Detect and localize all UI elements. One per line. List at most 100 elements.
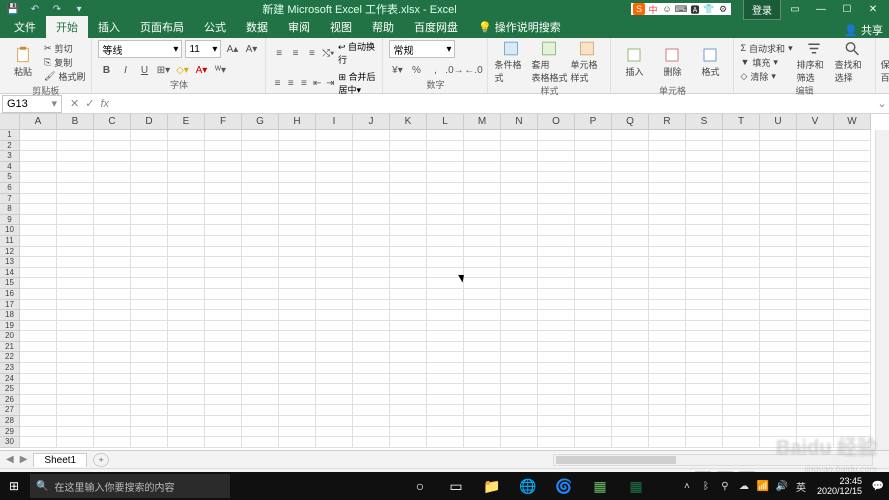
col-header-Q[interactable]: Q [612, 114, 649, 129]
cell[interactable] [390, 352, 427, 363]
cell[interactable] [279, 331, 316, 342]
cell[interactable] [57, 310, 94, 321]
cell[interactable] [353, 310, 390, 321]
cell[interactable] [316, 151, 353, 162]
cell[interactable] [316, 278, 353, 289]
cell[interactable] [20, 384, 57, 395]
cell[interactable] [575, 141, 612, 152]
tab-view[interactable]: 视图 [320, 16, 362, 38]
cell[interactable] [242, 130, 279, 141]
cell[interactable] [575, 437, 612, 448]
cell[interactable] [501, 331, 538, 342]
cell[interactable] [575, 331, 612, 342]
cell[interactable] [575, 204, 612, 215]
col-header-I[interactable]: I [316, 114, 353, 129]
cell[interactable] [316, 130, 353, 141]
cell[interactable] [242, 352, 279, 363]
cell[interactable] [760, 300, 797, 311]
percent-icon[interactable]: % [408, 62, 424, 78]
cell[interactable] [94, 247, 131, 258]
cell[interactable] [797, 257, 834, 268]
cell[interactable] [390, 331, 427, 342]
cell[interactable] [390, 384, 427, 395]
cell[interactable] [168, 427, 205, 438]
cell[interactable] [427, 342, 464, 353]
cell[interactable] [94, 363, 131, 374]
cell[interactable] [390, 162, 427, 173]
cell[interactable] [760, 416, 797, 427]
cell[interactable] [464, 247, 501, 258]
cell[interactable] [205, 384, 242, 395]
cell[interactable] [760, 374, 797, 385]
cell[interactable] [242, 427, 279, 438]
cell[interactable] [575, 247, 612, 258]
cell[interactable] [649, 437, 686, 448]
cell[interactable] [427, 247, 464, 258]
cell[interactable] [168, 342, 205, 353]
tab-help[interactable]: 帮助 [362, 16, 404, 38]
cell[interactable] [575, 300, 612, 311]
shrink-font-icon[interactable]: A▾ [243, 41, 259, 57]
cell[interactable] [20, 215, 57, 226]
cell[interactable] [390, 342, 427, 353]
cell[interactable] [279, 141, 316, 152]
merge-center-button[interactable]: ⊞ 合并后居中▾ [338, 70, 376, 96]
cell[interactable] [427, 162, 464, 173]
minimize-icon[interactable]: — [809, 1, 833, 17]
cell[interactable] [464, 278, 501, 289]
delete-button[interactable]: 删除 [655, 40, 689, 84]
cell[interactable] [205, 130, 242, 141]
cell[interactable] [242, 236, 279, 247]
cell[interactable] [538, 215, 575, 226]
cell[interactable] [242, 151, 279, 162]
cell[interactable] [464, 331, 501, 342]
cell[interactable] [94, 310, 131, 321]
cell[interactable] [427, 427, 464, 438]
cell[interactable] [353, 141, 390, 152]
cell[interactable] [797, 278, 834, 289]
app-icon[interactable]: ▦ [587, 473, 613, 499]
cell[interactable] [94, 268, 131, 279]
cell[interactable] [353, 437, 390, 448]
cell[interactable] [316, 405, 353, 416]
cell[interactable] [686, 151, 723, 162]
row-header-5[interactable]: 5 [0, 172, 19, 183]
cell[interactable] [57, 363, 94, 374]
ime-toolbar[interactable]: S 中 ☺ ⌨ 🅰 👕 ⚙ [631, 3, 731, 15]
cell[interactable] [390, 247, 427, 258]
cell[interactable] [649, 141, 686, 152]
cell[interactable] [390, 374, 427, 385]
cell[interactable] [279, 300, 316, 311]
cell[interactable] [279, 268, 316, 279]
tray-cloud-icon[interactable]: ☁ [737, 479, 751, 493]
cell[interactable] [94, 215, 131, 226]
cell[interactable] [427, 130, 464, 141]
cell[interactable] [94, 236, 131, 247]
tab-layout[interactable]: 页面布局 [130, 16, 194, 38]
font-name-select[interactable]: 等线▾ [98, 40, 182, 58]
cell[interactable] [612, 130, 649, 141]
cell[interactable] [242, 310, 279, 321]
cell[interactable] [20, 289, 57, 300]
painter-button[interactable]: 🖌格式刷 [44, 70, 85, 83]
cell[interactable] [612, 427, 649, 438]
currency-icon[interactable]: ¥▾ [389, 62, 405, 78]
cell[interactable] [427, 289, 464, 300]
cell[interactable] [723, 183, 760, 194]
cell[interactable] [205, 278, 242, 289]
cell[interactable] [168, 257, 205, 268]
cell[interactable] [131, 130, 168, 141]
cell[interactable] [723, 352, 760, 363]
cell[interactable] [834, 151, 871, 162]
cell[interactable] [57, 289, 94, 300]
cell[interactable] [279, 352, 316, 363]
cell[interactable] [464, 236, 501, 247]
cell[interactable] [279, 278, 316, 289]
cell[interactable] [20, 363, 57, 374]
cell[interactable] [427, 352, 464, 363]
cell[interactable] [575, 310, 612, 321]
cell[interactable] [242, 215, 279, 226]
align-top-icon[interactable]: ≡ [272, 45, 285, 61]
col-header-B[interactable]: B [57, 114, 94, 129]
cell[interactable] [464, 257, 501, 268]
